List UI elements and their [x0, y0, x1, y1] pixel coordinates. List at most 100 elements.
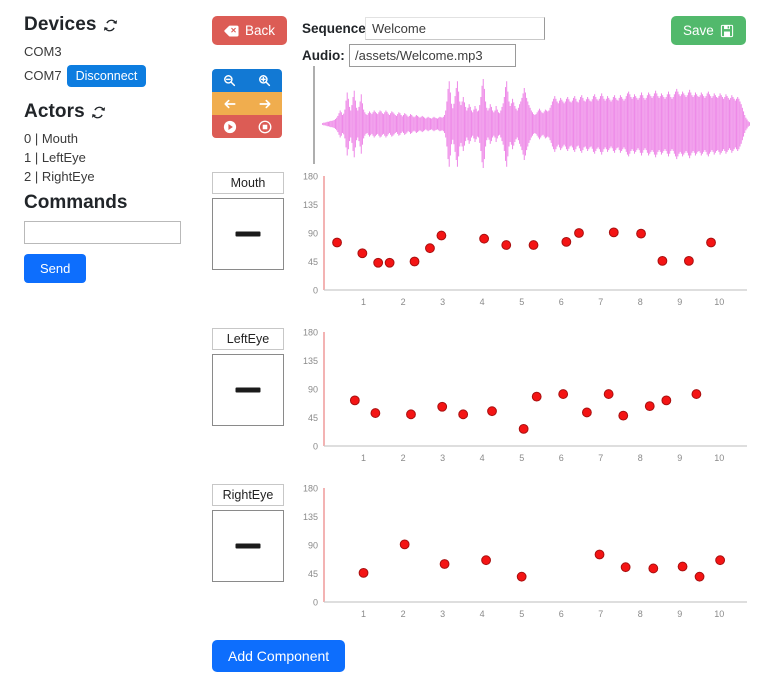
sequence-input[interactable] — [365, 17, 545, 40]
sequence-field-row: Sequence: — [302, 17, 545, 40]
svg-text:5: 5 — [519, 609, 524, 619]
horizontal-bar-icon — [235, 387, 261, 393]
chart-mouth[interactable]: 0 45 90 135 180 1 2 3 4 5 6 7 8 9 10 — [299, 168, 755, 320]
svg-text:8: 8 — [638, 297, 643, 307]
svg-text:90: 90 — [308, 229, 318, 239]
svg-text:5: 5 — [519, 453, 524, 463]
arrow-right-icon[interactable] — [247, 92, 282, 115]
svg-text:10: 10 — [714, 609, 724, 619]
refresh-actors-icon[interactable] — [91, 105, 106, 120]
svg-text:135: 135 — [303, 200, 318, 210]
svg-text:90: 90 — [308, 385, 318, 395]
playback-control-row — [212, 115, 282, 138]
component-panel-lefteye — [212, 328, 284, 426]
svg-text:3: 3 — [440, 297, 445, 307]
svg-text:6: 6 — [559, 297, 564, 307]
back-button-label: Back — [245, 23, 276, 38]
disconnect-button[interactable]: Disconnect — [66, 65, 147, 87]
chart-lefteye[interactable]: 0 45 90 135 180 1 2 3 4 5 6 7 8 9 10 — [299, 324, 755, 476]
save-button-label: Save — [683, 23, 714, 38]
svg-text:2: 2 — [401, 453, 406, 463]
sequence-editor-app: Devices COM3 COM7 Disconnect Actors 0 | … — [0, 0, 768, 682]
svg-text:4: 4 — [480, 297, 485, 307]
svg-text:7: 7 — [598, 453, 603, 463]
add-component-button[interactable]: Add Component — [212, 640, 346, 672]
svg-text:180: 180 — [303, 172, 318, 182]
svg-text:135: 135 — [303, 356, 318, 366]
svg-text:10: 10 — [714, 297, 724, 307]
svg-text:0: 0 — [313, 598, 318, 608]
sidebar: Devices COM3 COM7 Disconnect Actors 0 | … — [0, 0, 200, 682]
svg-text:8: 8 — [638, 453, 643, 463]
sequence-label: Sequence: — [302, 21, 371, 36]
device-port-label: COM3 — [24, 44, 62, 59]
actors-header: Actors — [24, 101, 184, 123]
play-icon[interactable] — [212, 115, 247, 138]
component-panel-righteye — [212, 484, 284, 582]
component-name-input[interactable] — [212, 328, 284, 350]
actors-title: Actors — [24, 101, 85, 122]
component-panel-mouth — [212, 172, 284, 270]
svg-text:0: 0 — [313, 286, 318, 296]
component-preview[interactable] — [212, 510, 284, 582]
svg-text:6: 6 — [559, 453, 564, 463]
svg-text:135: 135 — [303, 512, 318, 522]
svg-text:45: 45 — [308, 413, 318, 423]
actor-list-item[interactable]: 1 | LeftEye — [24, 148, 184, 167]
device-row: COM3 — [24, 42, 184, 62]
stop-icon[interactable] — [247, 115, 282, 138]
actor-list-item[interactable]: 0 | Mouth — [24, 129, 184, 148]
svg-text:6: 6 — [559, 609, 564, 619]
actor-list-item[interactable]: 2 | RightEye — [24, 167, 184, 186]
device-row: COM7 Disconnect — [24, 65, 184, 87]
svg-text:180: 180 — [303, 484, 318, 494]
refresh-devices-icon[interactable] — [103, 18, 118, 33]
zoom-out-icon[interactable] — [212, 69, 247, 92]
svg-text:4: 4 — [480, 609, 485, 619]
zoom-in-icon[interactable] — [247, 69, 282, 92]
svg-text:2: 2 — [401, 609, 406, 619]
svg-text:45: 45 — [308, 569, 318, 579]
audio-waveform[interactable] — [310, 62, 755, 168]
svg-text:5: 5 — [519, 297, 524, 307]
command-input[interactable] — [24, 221, 181, 244]
floppy-disk-icon — [720, 24, 734, 38]
svg-text:9: 9 — [677, 297, 682, 307]
component-preview[interactable] — [212, 354, 284, 426]
pan-control-row — [212, 92, 282, 115]
component-name-input[interactable] — [212, 484, 284, 506]
svg-text:180: 180 — [303, 328, 318, 338]
zoom-control-row — [212, 69, 282, 92]
devices-title: Devices — [24, 14, 97, 35]
save-button[interactable]: Save — [671, 16, 746, 45]
svg-text:8: 8 — [638, 609, 643, 619]
svg-text:10: 10 — [714, 453, 724, 463]
svg-text:90: 90 — [308, 541, 318, 551]
svg-text:3: 3 — [440, 453, 445, 463]
svg-text:9: 9 — [677, 453, 682, 463]
component-name-input[interactable] — [212, 172, 284, 194]
devices-header: Devices — [24, 14, 184, 36]
svg-text:4: 4 — [480, 453, 485, 463]
commands-title: Commands — [24, 192, 128, 213]
svg-text:1: 1 — [361, 609, 366, 619]
svg-text:45: 45 — [308, 257, 318, 267]
svg-text:3: 3 — [440, 609, 445, 619]
send-button[interactable]: Send — [24, 254, 87, 283]
svg-text:7: 7 — [598, 297, 603, 307]
svg-text:9: 9 — [677, 609, 682, 619]
svg-text:1: 1 — [361, 297, 366, 307]
device-port-label: COM7 — [24, 68, 62, 83]
svg-text:1: 1 — [361, 453, 366, 463]
audio-waveform-panel[interactable] — [310, 62, 755, 168]
horizontal-bar-icon — [235, 543, 261, 549]
audio-label: Audio: — [302, 48, 345, 63]
svg-text:2: 2 — [401, 297, 406, 307]
chart-righteye[interactable]: 0 45 90 135 180 1 2 3 4 5 6 7 8 9 10 — [299, 480, 755, 632]
back-button[interactable]: Back — [212, 16, 288, 45]
component-preview[interactable] — [212, 198, 284, 270]
eraser-icon — [224, 25, 239, 37]
arrow-left-icon[interactable] — [212, 92, 247, 115]
svg-text:0: 0 — [313, 442, 318, 452]
svg-text:7: 7 — [598, 609, 603, 619]
